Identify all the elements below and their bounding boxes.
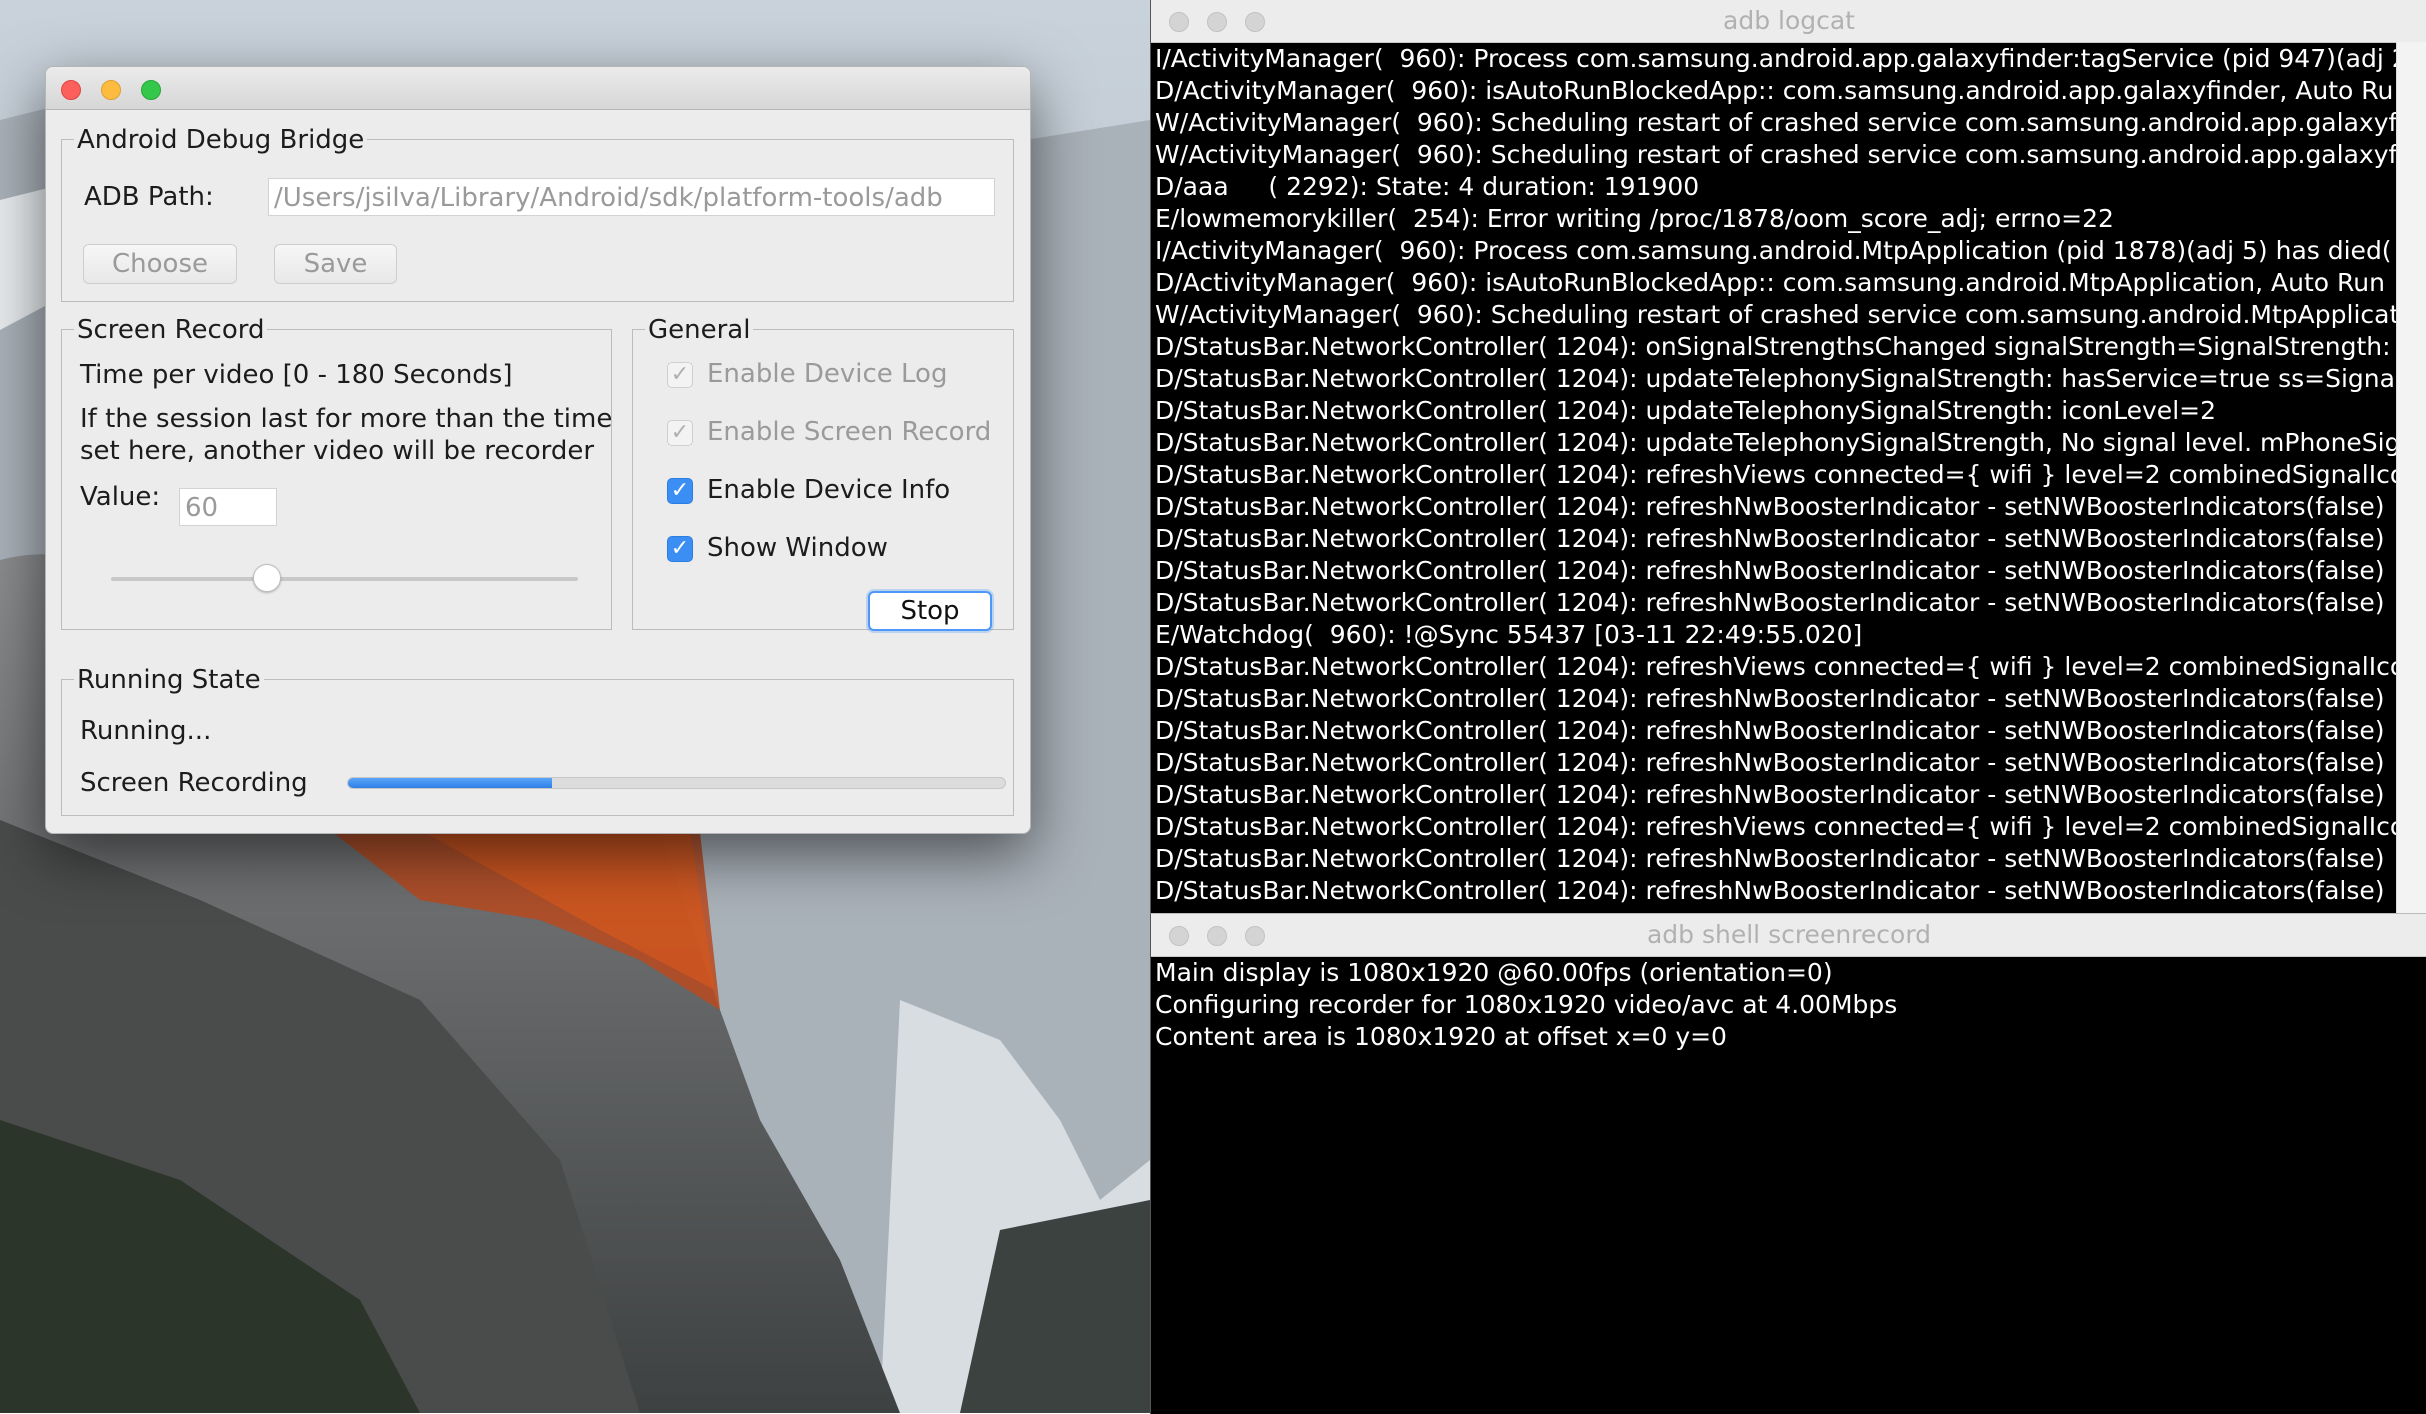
terminal-line: D/StatusBar.NetworkController( 1204): re… [1155,876,2385,905]
general-group: General ✓ Enable Device Log ✓ Enable Scr… [632,315,1014,631]
screenrecord-title: adb shell screenrecord [1646,920,1932,949]
time-per-video-label: Time per video [0 - 180 Seconds] [80,360,513,390]
minimize-window-icon[interactable] [101,80,121,100]
terminal-line: Main display is 1080x1920 @60.00fps (ori… [1155,958,1833,987]
show-window-label: Show Window [707,533,888,563]
screen-record-group: Screen Record Time per video [0 - 180 Se… [61,315,613,630]
logcat-scrollbar[interactable] [2396,42,2426,913]
choose-button[interactable]: Choose [83,244,237,284]
terminal-line: D/StatusBar.NetworkController( 1204): re… [1155,844,2385,873]
terminal-line: D/ActivityManager( 960): isAutoRunBlocke… [1155,268,2385,297]
minimize-window-icon[interactable] [1207,12,1227,32]
screen-recording-progress-bar [347,777,1006,789]
save-button[interactable]: Save [274,244,397,284]
stop-button[interactable]: Stop [868,591,992,631]
screen-record-legend: Screen Record [74,315,268,345]
terminal-line: W/ActivityManager( 960): Scheduling rest… [1155,140,2398,169]
terminal-line: W/ActivityManager( 960): Scheduling rest… [1155,108,2398,137]
terminal-line: D/StatusBar.NetworkController( 1204): re… [1155,556,2385,585]
zoom-window-icon[interactable] [1245,12,1265,32]
running-status-text: Running... [80,716,212,746]
terminal-line: W/ActivityManager( 960): Scheduling rest… [1155,300,2400,329]
value-field[interactable]: 60 [179,488,277,526]
enable-device-log-label: Enable Device Log [707,359,948,389]
terminal-line: Content area is 1080x1920 at offset x=0 … [1155,1022,1727,1051]
time-slider-knob[interactable] [253,564,281,592]
logcat-titlebar[interactable]: adb logcat [1151,0,2426,43]
terminal-line: D/StatusBar.NetworkController( 1204): up… [1155,396,2216,425]
terminal-line: D/StatusBar.NetworkController( 1204): re… [1155,588,2385,617]
screenrecord-window: adb shell screenrecord Main display is 1… [1150,913,2426,1414]
terminal-line: D/ActivityManager( 960): isAutoRunBlocke… [1155,76,2394,105]
adb-path-label: ADB Path: [84,182,214,212]
show-window-checkbox[interactable]: ✓ [667,536,693,562]
terminal-line: D/StatusBar.NetworkController( 1204): re… [1155,684,2385,713]
zoom-window-icon[interactable] [1245,926,1265,946]
terminal-line: D/StatusBar.NetworkController( 1204): re… [1155,748,2385,777]
terminal-line: Configuring recorder for 1080x1920 video… [1155,990,1898,1019]
terminal-line: I/ActivityManager( 960): Process com.sam… [1155,44,2408,73]
main-window-titlebar[interactable] [46,67,1030,110]
minimize-window-icon[interactable] [1207,926,1227,946]
terminal-line: D/StatusBar.NetworkController( 1204): re… [1155,652,2406,681]
terminal-line: D/StatusBar.NetworkController( 1204): re… [1155,716,2385,745]
description-line-2: set here, another video will be recorder [80,436,595,466]
terminal-line: D/StatusBar.NetworkController( 1204): re… [1155,812,2406,841]
terminal-line: D/StatusBar.NetworkController( 1204): on… [1155,332,2391,361]
terminal-line: E/lowmemorykiller( 254): Error writing /… [1155,204,2114,233]
value-label: Value: [80,482,161,512]
adb-group-legend: Android Debug Bridge [74,125,368,155]
logcat-output[interactable]: I/ActivityManager( 960): Process com.sam… [1151,43,2426,911]
terminal-line: D/StatusBar.NetworkController( 1204): re… [1155,780,2385,809]
running-state-legend: Running State [74,665,264,695]
terminal-line: D/StatusBar.NetworkController( 1204): up… [1155,428,2401,457]
description-line-1: If the session last for more than the ti… [80,404,613,434]
logcat-title: adb logcat [1723,6,1855,35]
terminal-line: D/StatusBar.NetworkController( 1204): re… [1155,524,2385,553]
adb-group: Android Debug Bridge ADB Path: /Users/js… [61,125,1014,302]
terminal-line: E/Watchdog( 960): !@Sync 55437 [03-11 22… [1155,620,1863,649]
logcat-window: adb logcat I/ActivityManager( 960): Proc… [1150,0,2426,913]
general-legend: General [645,315,754,345]
enable-screen-record-checkbox[interactable]: ✓ [667,420,693,446]
close-window-icon[interactable] [1169,926,1189,946]
close-window-icon[interactable] [61,80,81,100]
screenrecord-output[interactable]: Main display is 1080x1920 @60.00fps (ori… [1151,957,2426,1413]
terminal-line: I/ActivityManager( 960): Process com.sam… [1155,236,2392,265]
main-window: Android Debug Bridge ADB Path: /Users/js… [45,66,1031,834]
running-state-group: Running State Running... Screen Recordin… [61,665,1014,816]
screen-recording-label: Screen Recording [80,768,308,798]
enable-screen-record-label: Enable Screen Record [707,417,992,447]
zoom-window-icon[interactable] [141,80,161,100]
screenrecord-titlebar[interactable]: adb shell screenrecord [1151,914,2426,957]
terminal-line: D/StatusBar.NetworkController( 1204): re… [1155,492,2385,521]
progress-fill [348,778,552,788]
time-slider-track[interactable] [111,577,578,581]
terminal-line: D/aaa ( 2292): State: 4 duration: 191900 [1155,172,1700,201]
terminal-line: D/StatusBar.NetworkController( 1204): re… [1155,460,2406,489]
enable-device-info-checkbox[interactable]: ✓ [667,478,693,504]
adb-path-field[interactable]: /Users/jsilva/Library/Android/sdk/platfo… [268,178,995,216]
enable-device-log-checkbox[interactable]: ✓ [667,362,693,388]
enable-device-info-label: Enable Device Info [707,475,951,505]
terminal-line: D/StatusBar.NetworkController( 1204): up… [1155,364,2402,393]
close-window-icon[interactable] [1169,12,1189,32]
